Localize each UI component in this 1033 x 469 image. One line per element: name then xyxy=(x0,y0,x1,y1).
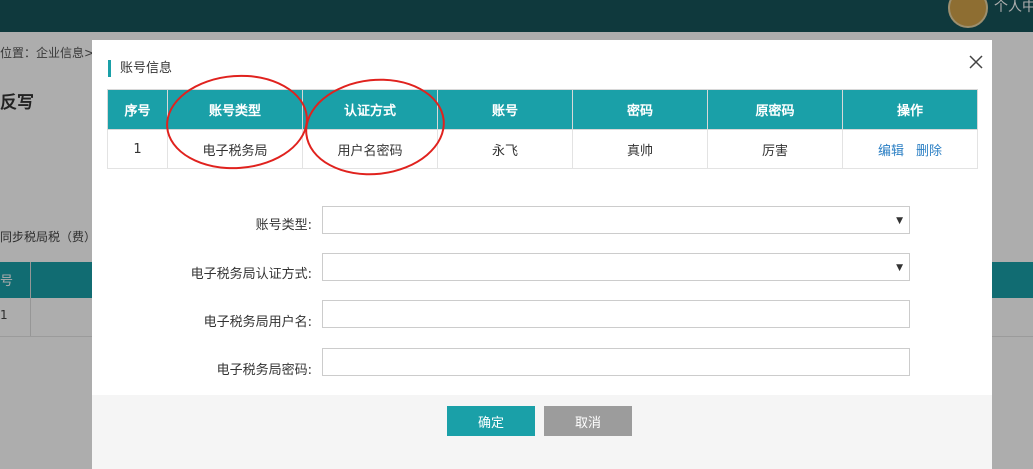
caret-down-icon: ▼ xyxy=(896,216,903,226)
auth-method-select[interactable]: ▼ xyxy=(322,253,910,281)
close-icon[interactable] xyxy=(964,50,988,74)
cell-account-type: 电子税务局 xyxy=(167,129,303,169)
caret-down-icon: ▼ xyxy=(896,263,903,273)
header-old-password: 原密码 xyxy=(707,89,843,130)
cell-password: 真帅 xyxy=(572,129,708,169)
account-type-label: 账号类型: xyxy=(255,218,312,233)
dialog-title: 账号信息 xyxy=(108,60,172,77)
cell-old-password: 厉害 xyxy=(707,129,843,169)
account-type-select[interactable]: ▼ xyxy=(322,206,910,234)
confirm-button[interactable]: 确定 xyxy=(447,406,535,436)
header-auth-method: 认证方式 xyxy=(302,89,438,130)
cell-index: 1 xyxy=(107,129,168,169)
username-label: 电子税务局用户名: xyxy=(203,315,312,330)
account-info-dialog: 账号信息 序号 账号类型 认证方式 账号 密码 原密码 操作 1 电子税务局 用… xyxy=(92,40,992,469)
close-button[interactable] xyxy=(964,50,988,74)
password-input[interactable] xyxy=(322,348,910,376)
cell-account: 永飞 xyxy=(437,129,573,169)
edit-link[interactable]: 编辑 xyxy=(878,144,904,159)
delete-link[interactable]: 删除 xyxy=(916,144,942,159)
cell-auth-method: 用户名密码 xyxy=(302,129,438,169)
table-header-row: 序号 账号类型 认证方式 账号 密码 原密码 操作 xyxy=(107,89,978,130)
header-password: 密码 xyxy=(572,89,708,130)
header-index: 序号 xyxy=(107,89,168,130)
table-row: 1 电子税务局 用户名密码 永飞 真帅 厉害 编辑 删除 xyxy=(107,129,978,169)
header-account: 账号 xyxy=(437,89,573,130)
cell-actions: 编辑 删除 xyxy=(842,129,978,169)
username-input[interactable] xyxy=(322,300,910,328)
header-account-type: 账号类型 xyxy=(167,89,303,130)
auth-method-label: 电子税务局认证方式: xyxy=(190,267,312,282)
dialog-footer xyxy=(92,395,992,469)
password-label: 电子税务局密码: xyxy=(216,363,312,378)
header-actions: 操作 xyxy=(842,89,978,130)
cancel-button[interactable]: 取消 xyxy=(544,406,632,436)
account-table: 序号 账号类型 认证方式 账号 密码 原密码 操作 1 电子税务局 用户名密码 … xyxy=(107,89,978,169)
